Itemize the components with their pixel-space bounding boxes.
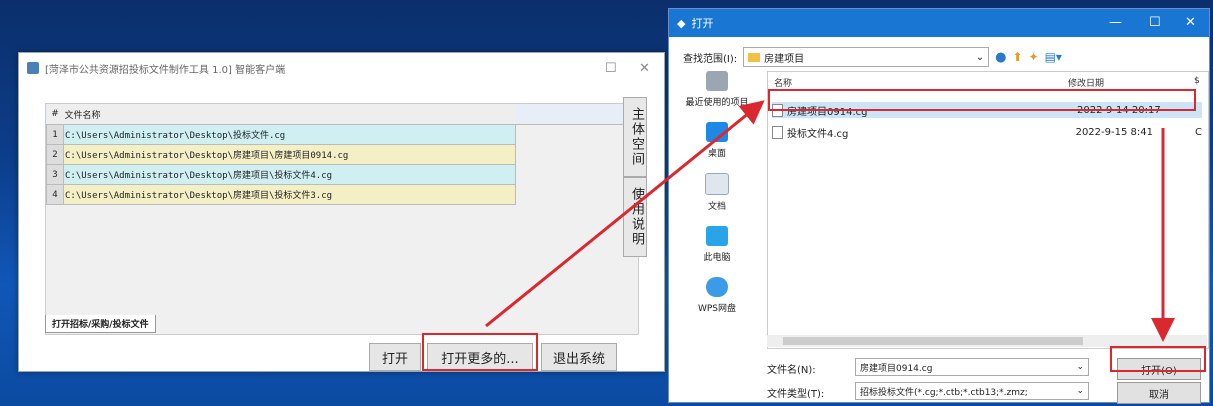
annotation-arrows xyxy=(485,100,1175,342)
arrow-to-file xyxy=(485,100,765,328)
